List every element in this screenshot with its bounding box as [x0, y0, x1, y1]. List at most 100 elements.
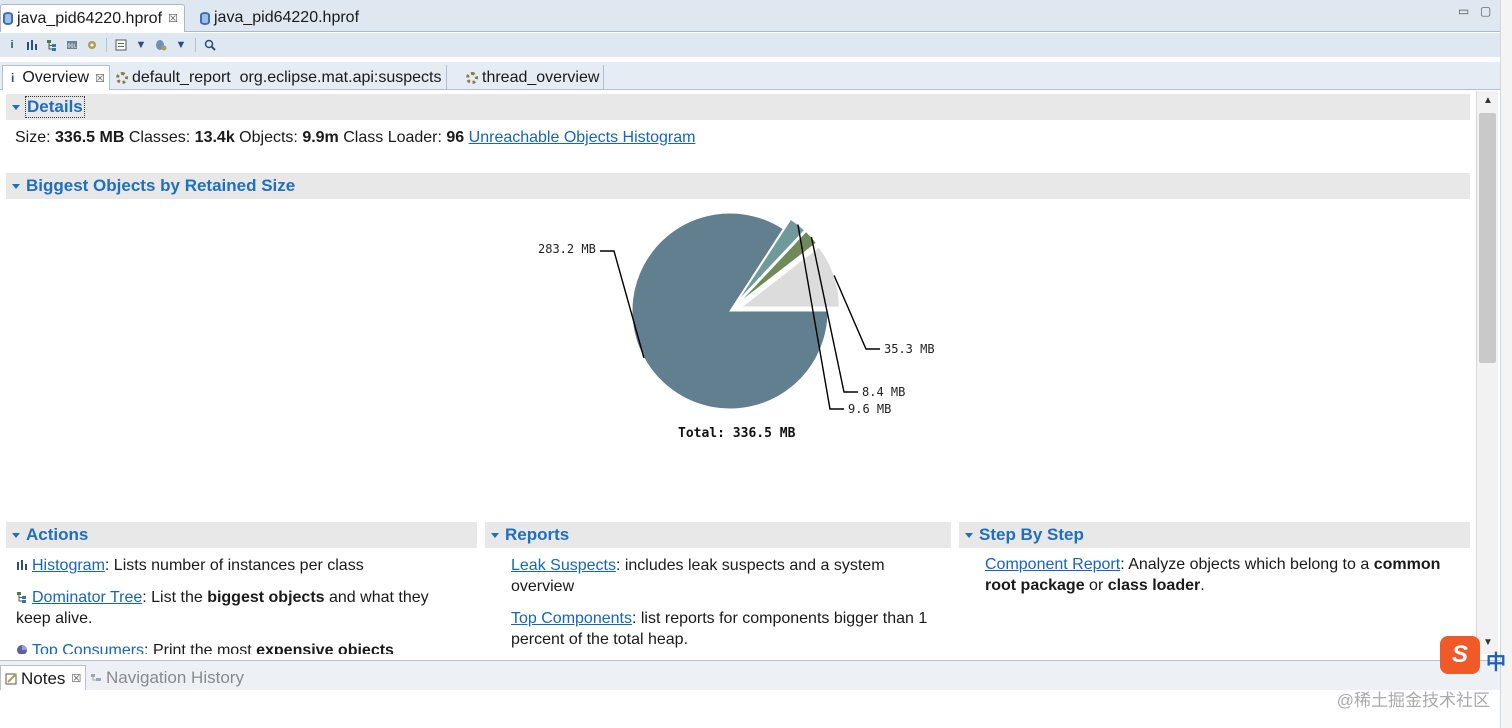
reports-title: Reports [505, 525, 570, 544]
biggest-objects-title: Biggest Objects by Retained Size [26, 176, 296, 195]
step-description: or [1084, 577, 1108, 594]
close-icon[interactable]: ☒ [168, 12, 178, 25]
gear-icon[interactable] [86, 39, 98, 51]
report-top-components: Top Components: list reports for compone… [511, 608, 931, 650]
pie-slice-label: 9.6 MB [848, 402, 891, 416]
dropdown-icon[interactable]: ▼ [175, 39, 187, 51]
notes-icon [5, 673, 17, 685]
close-icon[interactable]: ☒ [95, 72, 105, 85]
info-icon[interactable]: i [6, 39, 18, 51]
info-icon: i [11, 71, 15, 85]
component-report-link[interactable]: Component Report [985, 556, 1120, 573]
navigation-history-icon [91, 673, 101, 681]
tab-label: default_report org.eclipse.mat.api:suspe… [132, 68, 442, 86]
toolbar-separator [106, 38, 107, 52]
tab-navigation-history[interactable]: Navigation History [90, 665, 244, 691]
notes-panel[interactable] [0, 690, 1500, 728]
retained-size-pie-chart[interactable]: 283.2 MB 35.3 MB 8.4 MB 9.6 MB Total: 336.5 … [500, 201, 980, 461]
svg-text:OQL: OQL [68, 44, 77, 50]
size-label: Size: [15, 129, 51, 146]
action-top-consumers: Top Consumers: Print the most expensive … [16, 640, 466, 654]
step-description: : Analyze objects which belong to a [1120, 556, 1374, 573]
tab-label: Notes [21, 668, 66, 688]
histogram-icon[interactable] [26, 39, 38, 51]
scrollbar-thumb[interactable] [1479, 113, 1496, 363]
top-components-link[interactable]: Top Components [511, 610, 632, 627]
step-by-step-section-header[interactable]: Step By Step [959, 522, 1470, 548]
result-tab-bar: i Overview ☒ default_report org.eclipse.… [0, 62, 1500, 90]
editor-toolbar: i OQL ▼ ▼ [0, 33, 1512, 57]
dominator-tree-icon[interactable] [46, 39, 58, 51]
ime-mode-indicator[interactable]: 中 [1486, 646, 1506, 675]
chevron-down-icon [12, 183, 20, 189]
tab-label: Overview [22, 69, 90, 86]
dominator-tree-icon [17, 592, 26, 603]
content-scrollbar[interactable]: ▲ ▼ [1476, 91, 1498, 654]
step-emphasis: class loader [1107, 577, 1201, 594]
top-consumers-link[interactable]: Top Consumers [32, 642, 144, 654]
actions-section-header[interactable]: Actions [6, 522, 477, 548]
classes-value: 13.4k [194, 129, 235, 146]
chevron-down-icon [12, 104, 20, 110]
pie-slice-label: 283.2 MB [538, 242, 596, 256]
heap-details-summary: Size: 336.5 MB Classes: 13.4k Objects: 9… [15, 129, 695, 147]
histogram-link[interactable]: Histogram [32, 557, 105, 574]
leak-suspects-link[interactable]: Leak Suspects [511, 557, 616, 574]
classloader-value: 96 [446, 129, 465, 146]
toolbar-separator [195, 38, 196, 52]
pie-slice-label: 8.4 MB [862, 385, 905, 399]
action-histogram: Histogram: Lists number of instances per… [16, 555, 466, 576]
classes-label: Classes: [128, 129, 191, 146]
report-leak-suspects: Leak Suspects: includes leak suspects an… [511, 555, 931, 597]
editor-tab-hprof-2[interactable]: java_pid64220.hprof [198, 4, 365, 32]
step-component-report: Component Report: Analyze objects which … [985, 554, 1445, 596]
tab-notes[interactable]: Notes ☒ [0, 665, 87, 691]
dropdown-icon[interactable]: ▼ [135, 39, 147, 51]
gear-icon [466, 71, 478, 84]
action-description: : List the [142, 589, 208, 606]
size-value: 336.5 MB [55, 129, 125, 146]
chevron-down-icon [491, 532, 499, 538]
step-description: . [1200, 577, 1205, 594]
action-dominator-tree: Dominator Tree: List the biggest objects… [16, 587, 466, 629]
chevron-down-icon [965, 532, 973, 538]
pie-leader-line [833, 275, 880, 350]
action-emphasis: expensive objects [256, 642, 394, 654]
tab-label: Navigation History [106, 668, 244, 687]
watermark: @稀土掘金技术社区 [1336, 691, 1490, 710]
editor-tab-hprof-1[interactable]: java_pid64220.hprof ☒ [0, 4, 185, 32]
unreachable-objects-histogram-link[interactable]: Unreachable Objects Histogram [469, 129, 696, 146]
scroll-up-icon[interactable]: ▲ [1483, 95, 1493, 106]
query-icon[interactable] [155, 39, 167, 51]
biggest-objects-section-header[interactable]: Biggest Objects by Retained Size [6, 173, 1470, 199]
step-by-step-title: Step By Step [979, 525, 1084, 544]
editor-tab-bar: java_pid64220.hprof ☒ java_pid64220.hpro… [0, 0, 1512, 32]
tab-default-report[interactable]: default_report org.eclipse.mat.api:suspe… [112, 65, 447, 90]
pie-total-label: Total: 336.5 MB [678, 426, 796, 441]
action-emphasis: biggest objects [207, 589, 325, 606]
actions-title: Actions [26, 525, 89, 544]
editor-tab-label: java_pid64220.hprof [214, 9, 360, 26]
minimize-icon[interactable]: ▭ [1458, 4, 1469, 18]
action-description: : Print the most [144, 642, 257, 654]
objects-label: Objects: [239, 129, 298, 146]
close-icon[interactable]: ☒ [71, 672, 81, 685]
objects-value: 9.9m [302, 129, 339, 146]
database-icon [3, 12, 13, 25]
reports-section-header[interactable]: Reports [485, 522, 951, 548]
overview-content: Details Size: 336.5 MB Classes: 13.4k Ob… [0, 91, 1476, 654]
dominator-tree-link[interactable]: Dominator Tree [32, 589, 142, 606]
database-icon [200, 11, 210, 25]
tab-thread-overview[interactable]: thread_overview [462, 65, 605, 90]
oql-icon[interactable]: OQL [66, 39, 78, 51]
chevron-down-icon [12, 532, 20, 538]
editor-tab-label: java_pid64220.hprof [17, 9, 163, 27]
bottom-panel-tab-bar: Notes ☒ Navigation History [0, 660, 1500, 691]
search-icon[interactable] [204, 39, 216, 51]
maximize-icon[interactable]: ▢ [1480, 4, 1491, 18]
details-title: Details [25, 96, 85, 118]
report-icon[interactable] [115, 39, 127, 51]
details-section-header[interactable]: Details [6, 94, 1470, 120]
ime-logo[interactable]: S [1440, 636, 1480, 674]
tab-overview[interactable]: i Overview ☒ [2, 65, 110, 90]
